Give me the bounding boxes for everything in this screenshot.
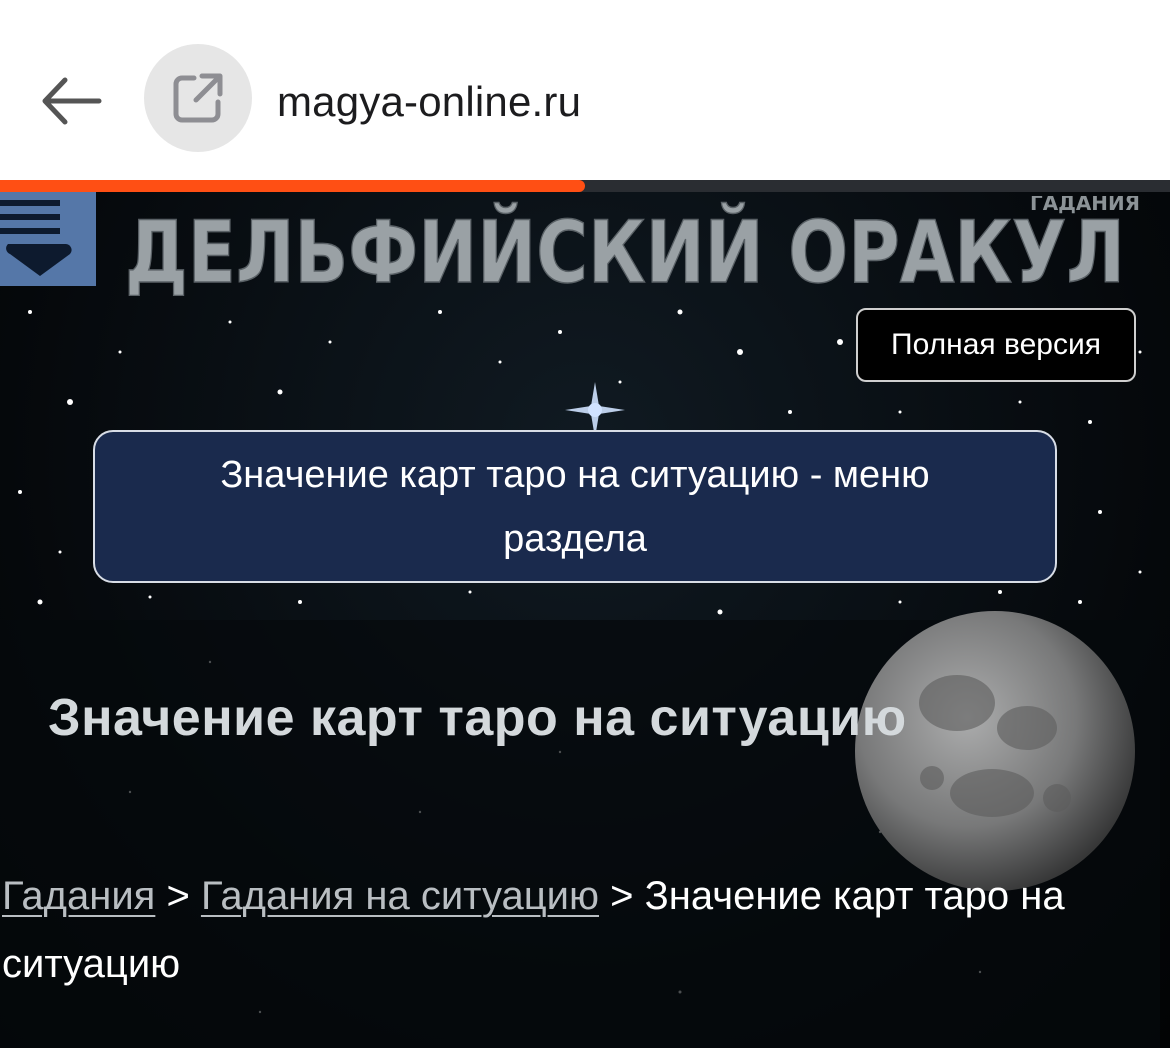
page-load-progress-bar bbox=[0, 180, 585, 192]
back-button[interactable] bbox=[34, 70, 108, 132]
breadcrumb-separator: > bbox=[155, 874, 201, 918]
moon-image bbox=[855, 611, 1135, 891]
browser-toolbar: magya-online.ru bbox=[0, 0, 1170, 182]
svg-text:ДЕЛЬФИЙСКИЙ ОРАКУЛ: ДЕЛЬФИЙСКИЙ ОРАКУЛ bbox=[125, 202, 1125, 296]
svg-text:ГАДАНИЯ: ГАДАНИЯ bbox=[1030, 196, 1140, 215]
external-link-icon bbox=[173, 73, 223, 123]
site-logo: ДЕЛЬФИЙСКИЙ ОРАКУЛ ГАДАНИЯ bbox=[125, 196, 1140, 296]
menu-toggle-icon bbox=[0, 200, 72, 276]
breadcrumb: Гадания > Гадания на ситуацию > Значение… bbox=[2, 862, 1152, 998]
site-info-button[interactable] bbox=[144, 44, 252, 152]
breadcrumb-link-situation-divination[interactable]: Гадания на ситуацию bbox=[201, 874, 599, 918]
address-bar-url[interactable]: magya-online.ru bbox=[277, 76, 581, 128]
web-page: ДЕЛЬФИЙСКИЙ ОРАКУЛ ГАДАНИЯ Полная версия… bbox=[0, 192, 1170, 1048]
page-title: Значение карт таро на ситуацию bbox=[48, 689, 907, 747]
full-version-button[interactable]: Полная версия bbox=[856, 308, 1136, 382]
section-menu-button[interactable]: Значение карт таро на ситуацию - меню ра… bbox=[93, 430, 1057, 583]
breadcrumb-separator: > bbox=[599, 874, 645, 918]
site-menu-button[interactable] bbox=[0, 192, 96, 286]
breadcrumb-link-divination[interactable]: Гадания bbox=[2, 874, 155, 918]
back-arrow-icon bbox=[42, 77, 102, 125]
